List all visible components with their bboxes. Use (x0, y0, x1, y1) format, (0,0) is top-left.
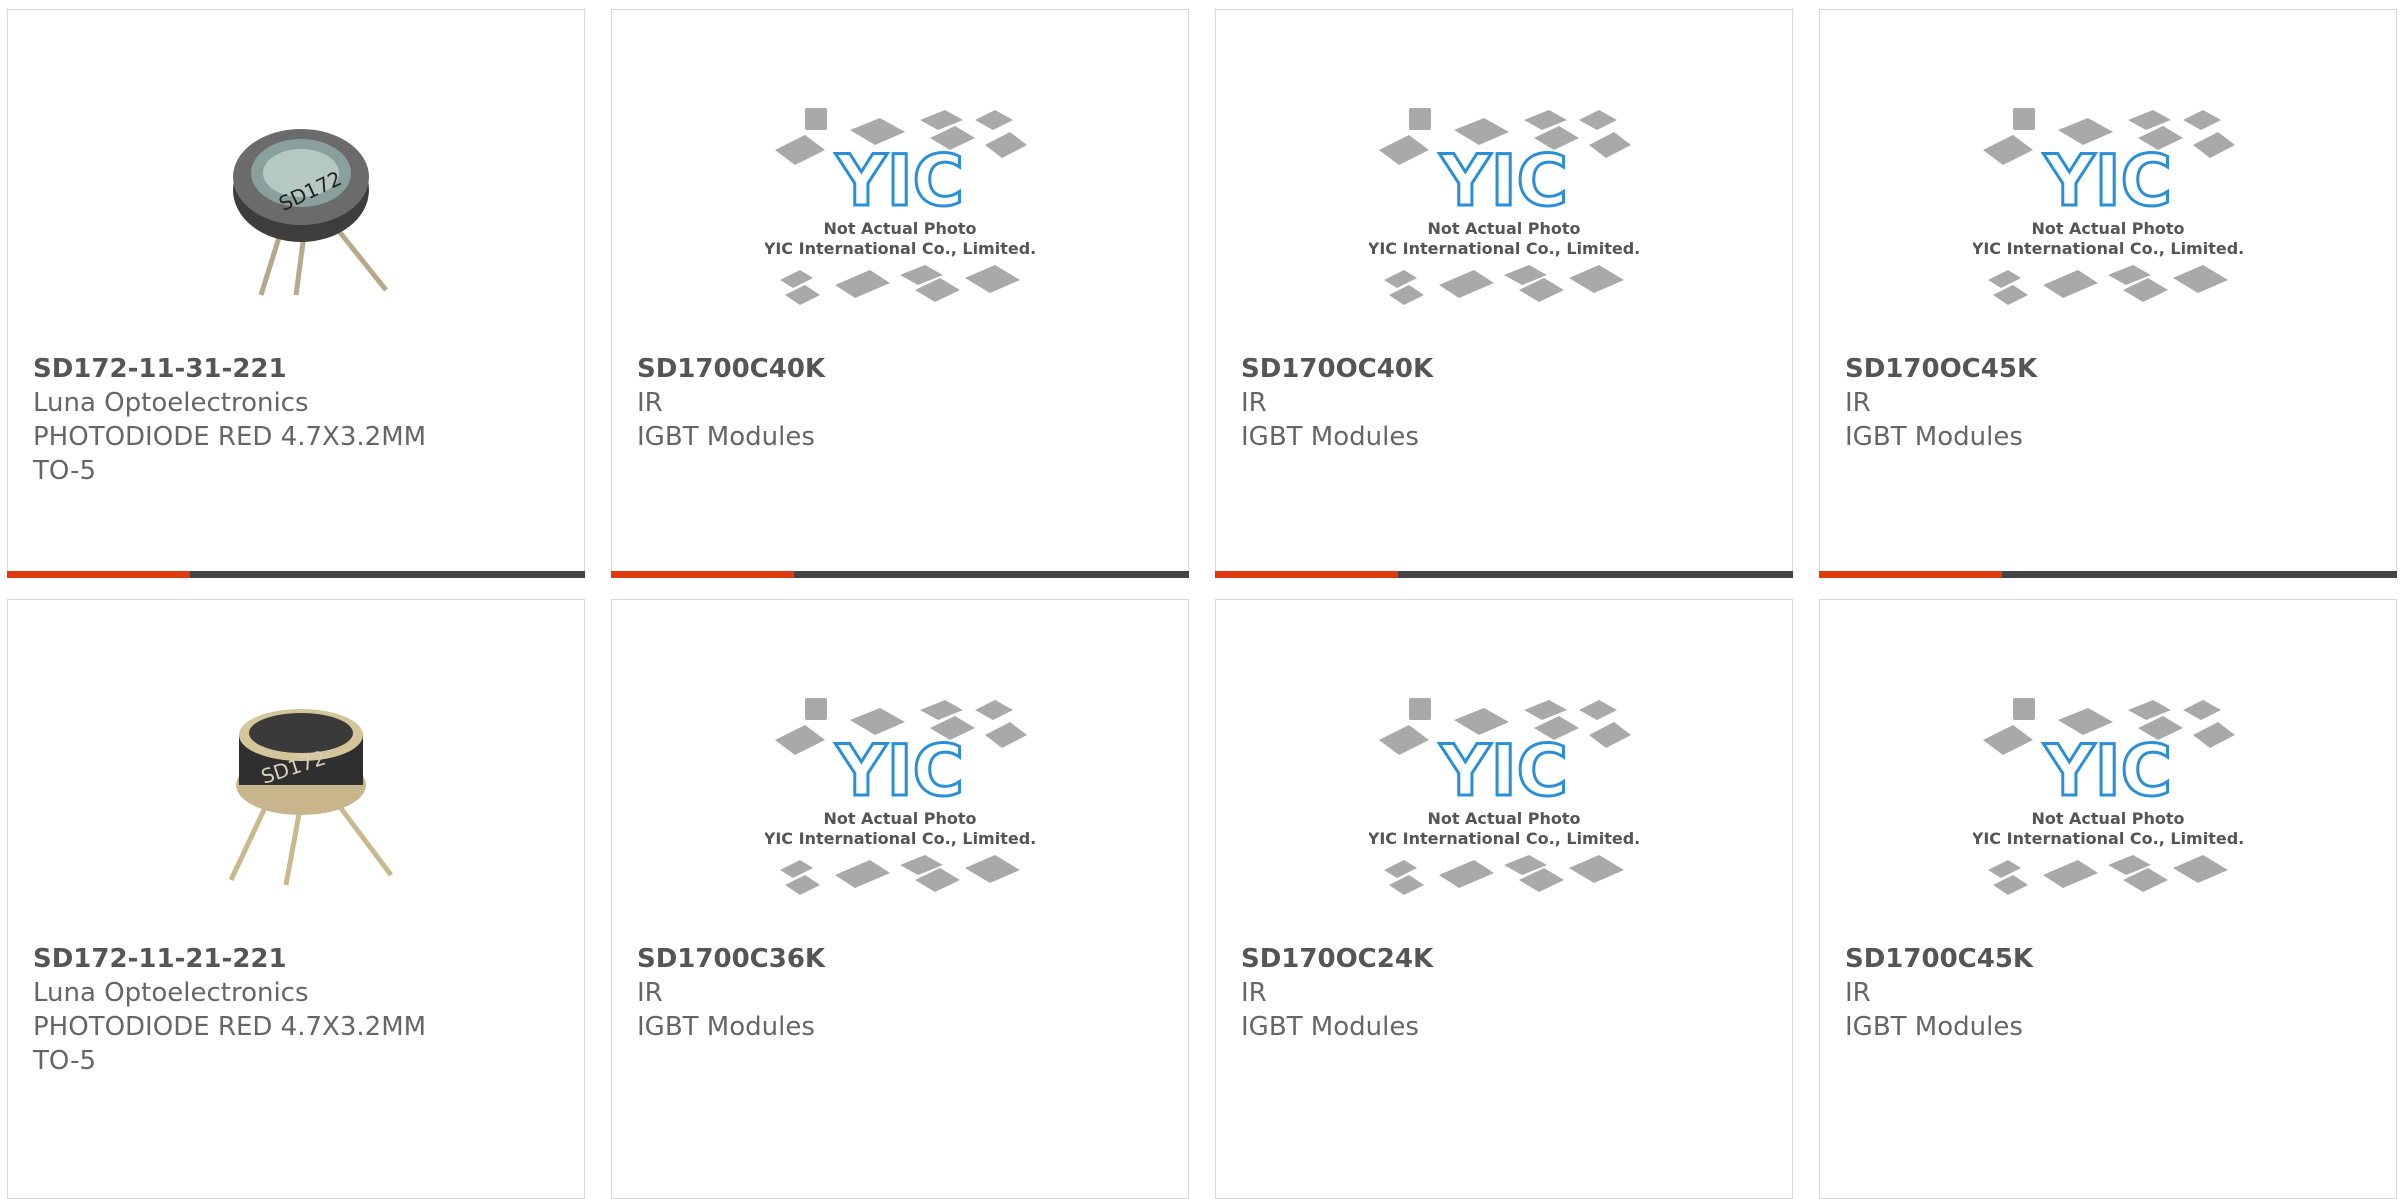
product-info: SD1700C36K IR IGBT Modules (637, 942, 1168, 1044)
part-number[interactable]: SD172-11-31-221 (33, 352, 564, 386)
product-info: SD170OC24K IR IGBT Modules (1241, 942, 1772, 1044)
product-card[interactable]: YIC Not Actual Photo YIC International C… (611, 599, 1189, 1199)
product-card[interactable]: YIC Not Actual Photo YIC International C… (1215, 599, 1793, 1199)
svg-text:YIC: YIC (835, 140, 964, 222)
product-card[interactable]: YIC Not Actual Photo YIC International C… (1819, 599, 2397, 1199)
product-card[interactable]: YIC Not Actual Photo YIC International C… (611, 9, 1189, 578)
svg-text:Not Actual Photo: Not Actual Photo (1427, 219, 1580, 238)
manufacturer: Luna Optoelectronics (33, 978, 309, 1008)
part-number[interactable]: SD1700C45K (1845, 942, 2376, 976)
product-info: SD170OC45K IR IGBT Modules (1845, 352, 2376, 454)
manufacturer: IR (1845, 978, 1871, 1008)
manufacturer: IR (1845, 388, 1871, 418)
manufacturer: IR (1241, 388, 1267, 418)
svg-text:Not Actual Photo: Not Actual Photo (823, 219, 976, 238)
product-image[interactable]: YIC Not Actual Photo YIC International C… (1369, 670, 1639, 910)
svg-text:YIC: YIC (1439, 730, 1568, 812)
yic-placeholder-icon: YIC Not Actual Photo YIC International C… (1973, 108, 2243, 305)
card-bottom-bar (7, 571, 585, 578)
part-number[interactable]: SD1700C36K (637, 942, 1168, 976)
product-card[interactable]: SD172 SD172-11-21-221 Luna Optoelectroni… (7, 599, 585, 1199)
product-info: SD1700C40K IR IGBT Modules (637, 352, 1168, 454)
svg-text:YIC International Co., Limited: YIC International Co., Limited. (1369, 239, 1639, 258)
svg-text:YIC International Co., Limited: YIC International Co., Limited. (1973, 829, 2243, 848)
part-number[interactable]: SD1700C40K (637, 352, 1168, 386)
product-info: SD172-11-21-221 Luna Optoelectronics PHO… (33, 942, 564, 1078)
svg-text:YIC: YIC (2043, 730, 2172, 812)
manufacturer: Luna Optoelectronics (33, 388, 309, 418)
to5-photodiode-icon: SD172 (233, 129, 388, 296)
product-image[interactable]: YIC Not Actual Photo YIC International C… (765, 80, 1035, 320)
svg-text:YIC: YIC (1439, 140, 1568, 222)
card-accent (1215, 571, 1398, 578)
manufacturer: IR (1241, 978, 1267, 1008)
to5-photodiode-icon: SD172 (228, 709, 393, 886)
product-card[interactable]: SD172 SD172-11-31-221 Luna Optoelectroni… (7, 9, 585, 578)
part-number[interactable]: SD172-11-21-221 (33, 942, 564, 976)
product-card[interactable]: YIC Not Actual Photo YIC International C… (1215, 9, 1793, 578)
manufacturer: IR (637, 978, 663, 1008)
product-image[interactable]: YIC Not Actual Photo YIC International C… (1973, 670, 2243, 910)
package: TO-5 (33, 456, 96, 486)
product-info: SD170OC40K IR IGBT Modules (1241, 352, 1772, 454)
svg-text:YIC International Co., Limited: YIC International Co., Limited. (765, 829, 1035, 848)
description: IGBT Modules (637, 422, 815, 452)
card-accent (1819, 571, 2002, 578)
product-image[interactable]: SD172 (161, 670, 431, 910)
svg-text:YIC International Co., Limited: YIC International Co., Limited. (1369, 829, 1639, 848)
product-image[interactable]: YIC Not Actual Photo YIC International C… (1369, 80, 1639, 320)
yic-placeholder-icon: YIC Not Actual Photo YIC International C… (1369, 698, 1639, 895)
yic-placeholder-icon: YIC Not Actual Photo YIC International C… (765, 108, 1035, 305)
product-image[interactable]: YIC Not Actual Photo YIC International C… (1973, 80, 2243, 320)
svg-text:Not Actual Photo: Not Actual Photo (2031, 219, 2184, 238)
description: IGBT Modules (637, 1012, 815, 1042)
product-grid: SD172 SD172-11-31-221 Luna Optoelectroni… (0, 0, 2407, 1199)
card-bottom-bar (1215, 571, 1793, 578)
svg-text:Not Actual Photo: Not Actual Photo (1427, 809, 1580, 828)
svg-text:Not Actual Photo: Not Actual Photo (2031, 809, 2184, 828)
description: PHOTODIODE RED 4.7X3.2MM (33, 422, 427, 452)
svg-text:YIC: YIC (2043, 140, 2172, 222)
product-image[interactable]: YIC Not Actual Photo YIC International C… (765, 670, 1035, 910)
card-bottom-bar (611, 571, 1189, 578)
description: IGBT Modules (1241, 422, 1419, 452)
part-number[interactable]: SD170OC24K (1241, 942, 1772, 976)
card-bottom-bar (1819, 571, 2397, 578)
svg-text:YIC: YIC (835, 730, 964, 812)
yic-placeholder-icon: YIC Not Actual Photo YIC International C… (1973, 698, 2243, 895)
svg-text:Not Actual Photo: Not Actual Photo (823, 809, 976, 828)
product-image[interactable]: SD172 (161, 80, 431, 320)
description: PHOTODIODE RED 4.7X3.2MM (33, 1012, 427, 1042)
manufacturer: IR (637, 388, 663, 418)
package: TO-5 (33, 1046, 96, 1076)
description: IGBT Modules (1845, 1012, 2023, 1042)
product-card[interactable]: YIC Not Actual Photo YIC International C… (1819, 9, 2397, 578)
yic-placeholder-icon: YIC Not Actual Photo YIC International C… (1369, 108, 1639, 305)
part-number[interactable]: SD170OC40K (1241, 352, 1772, 386)
description: IGBT Modules (1845, 422, 2023, 452)
svg-text:YIC International Co., Limited: YIC International Co., Limited. (1973, 239, 2243, 258)
card-accent (611, 571, 794, 578)
product-info: SD172-11-31-221 Luna Optoelectronics PHO… (33, 352, 564, 488)
card-accent (7, 571, 190, 578)
svg-text:YIC International Co., Limited: YIC International Co., Limited. (765, 239, 1035, 258)
description: IGBT Modules (1241, 1012, 1419, 1042)
product-info: SD1700C45K IR IGBT Modules (1845, 942, 2376, 1044)
yic-placeholder-icon: YIC Not Actual Photo YIC International C… (765, 698, 1035, 895)
part-number[interactable]: SD170OC45K (1845, 352, 2376, 386)
